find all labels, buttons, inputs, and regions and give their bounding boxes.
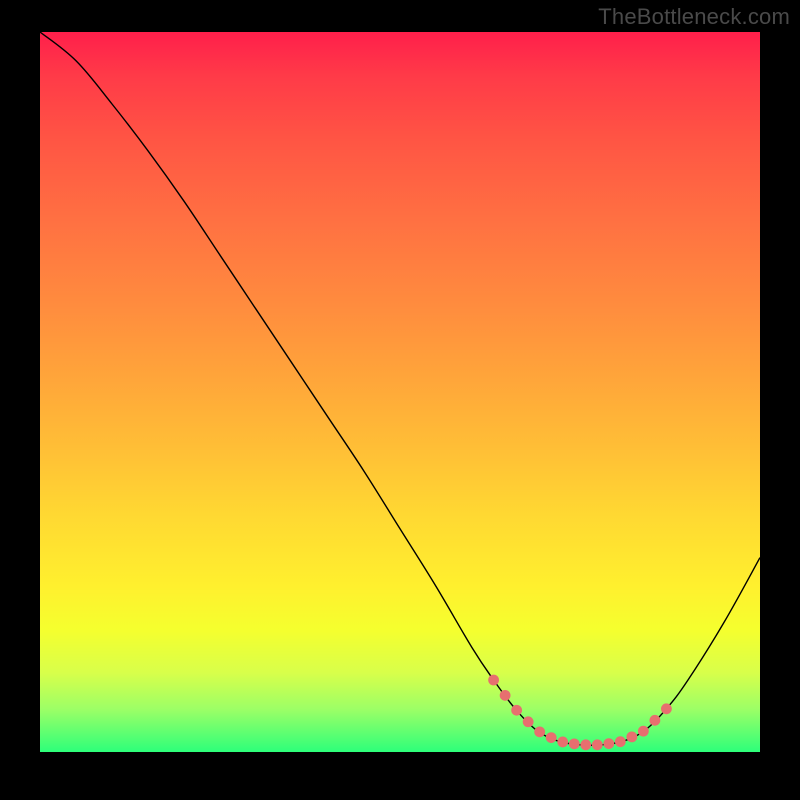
optimal-marker-dot	[523, 716, 534, 727]
chart-container: TheBottleneck.com	[0, 0, 800, 800]
optimal-marker-dot	[615, 736, 626, 747]
optimal-marker-dot	[592, 739, 603, 750]
optimal-marker-dot	[557, 737, 568, 748]
optimal-marker-dot	[546, 732, 557, 743]
optimal-zone-markers	[488, 675, 672, 751]
optimal-marker-dot	[603, 738, 614, 749]
optimal-marker-dot	[500, 690, 511, 701]
optimal-marker-dot	[638, 726, 649, 737]
chart-svg	[40, 32, 760, 752]
optimal-marker-dot	[511, 705, 522, 716]
bottleneck-curve	[40, 32, 760, 745]
plot-area	[40, 32, 760, 752]
optimal-marker-dot	[534, 726, 545, 737]
optimal-marker-dot	[488, 675, 499, 686]
optimal-marker-dot	[580, 739, 591, 750]
optimal-marker-dot	[626, 731, 637, 742]
optimal-marker-dot	[661, 703, 672, 714]
optimal-marker-dot	[569, 738, 580, 749]
optimal-marker-dot	[649, 715, 660, 726]
watermark-text: TheBottleneck.com	[598, 4, 790, 30]
